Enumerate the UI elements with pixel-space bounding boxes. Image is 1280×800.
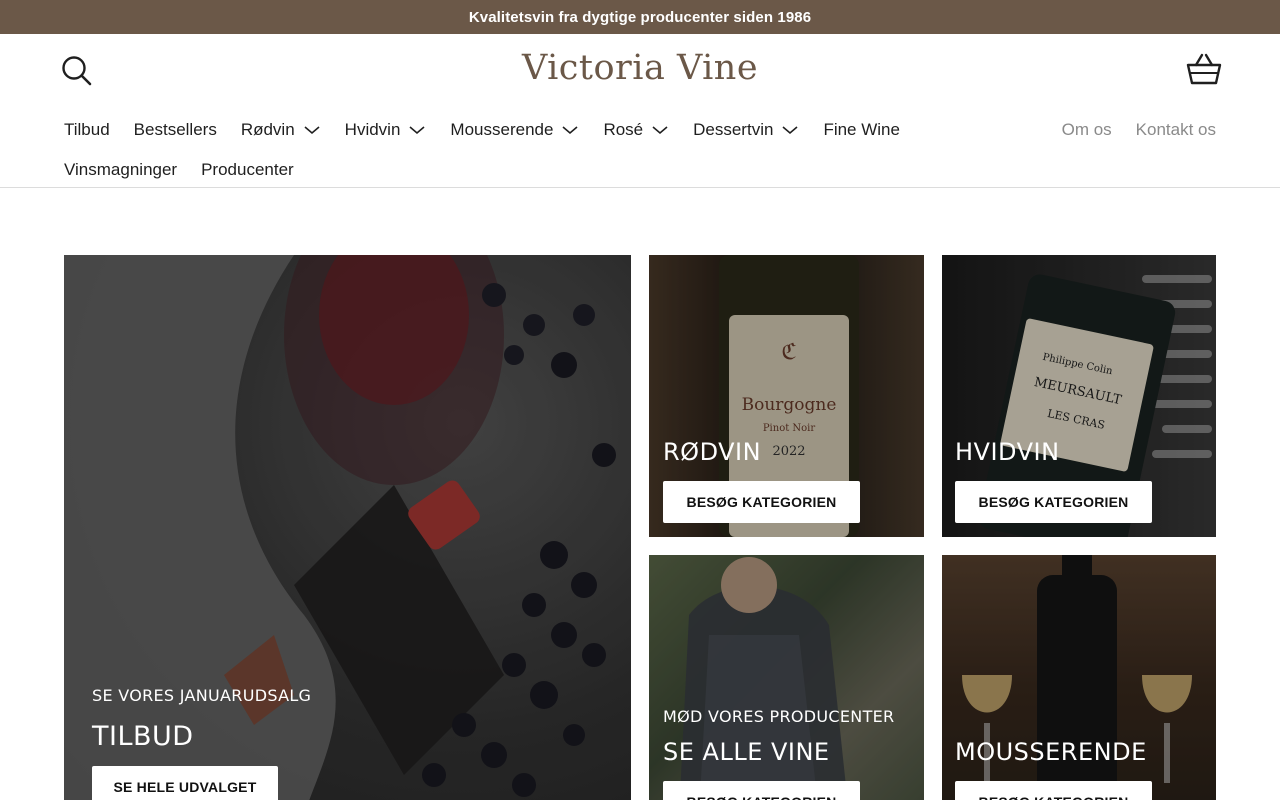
tilbud-subtitle: SE VORES JANUARUDSALG <box>92 686 312 705</box>
nav-item-fine-wine[interactable]: Fine Wine <box>823 120 900 140</box>
announcement-text: Kvalitetsvin fra dygtige producenter sid… <box>468 8 812 26</box>
chevron-down-icon <box>409 126 425 135</box>
site-header: Victoria Vine Tilbud Bestsellers Rødvin … <box>0 34 1280 188</box>
nav-item-hvidvin[interactable]: Hvidvin <box>345 120 427 140</box>
tile-mousserende[interactable]: MOUSSERENDE BESØG KATEGORIEN <box>942 555 1216 800</box>
producenter-subtitle: MØD VORES PRODUCENTER <box>663 707 895 726</box>
tilbud-title: TILBUD <box>92 721 194 752</box>
announcement-bar: Kvalitetsvin fra dygtige producenter sid… <box>0 0 1280 34</box>
main-navigation: Tilbud Bestsellers Rødvin Hvidvin Mousse… <box>64 110 934 190</box>
tilbud-button[interactable]: SE HELE UDVALGET <box>92 766 278 800</box>
rodvin-title: RØDVIN <box>663 438 762 466</box>
tile-producenter[interactable]: MØD VORES PRODUCENTER SE ALLE VINE BESØG… <box>649 555 924 800</box>
secondary-navigation: Om os Kontakt os <box>1038 110 1216 150</box>
chevron-down-icon <box>562 126 578 135</box>
tile-hvidvin[interactable]: MEURSAULT LES CRAS Philippe Colin HVIDVI… <box>942 255 1216 537</box>
chevron-down-icon <box>782 126 798 135</box>
site-logo[interactable]: Victoria Vine <box>0 48 1280 88</box>
nav-item-rodvin[interactable]: Rødvin <box>241 120 321 140</box>
rodvin-button[interactable]: BESØG KATEGORIEN <box>663 481 860 523</box>
nav-item-kontakt-os[interactable]: Kontakt os <box>1136 120 1216 140</box>
hvidvin-button[interactable]: BESØG KATEGORIEN <box>955 481 1152 523</box>
hvidvin-title: HVIDVIN <box>955 438 1060 466</box>
tile-tilbud[interactable]: SE VORES JANUARUDSALG TILBUD SE HELE UDV… <box>64 255 631 800</box>
nav-row-1: Tilbud Bestsellers Rødvin Hvidvin Mousse… <box>64 110 934 150</box>
nav-item-producenter[interactable]: Producenter <box>201 160 294 180</box>
basket-icon[interactable] <box>1185 52 1223 86</box>
tile-rodvin[interactable]: Bourgogne Pinot Noir 2022 ℭ RØDVIN BESØG… <box>649 255 924 537</box>
nav-item-vinsmagninger[interactable]: Vinsmagninger <box>64 160 177 180</box>
producenter-button[interactable]: BESØG KATEGORIEN <box>663 781 860 800</box>
chevron-down-icon <box>304 126 320 135</box>
nav-item-rose[interactable]: Rosé <box>603 120 669 140</box>
nav-item-om-os[interactable]: Om os <box>1062 120 1112 140</box>
tile-shade <box>64 255 631 800</box>
producenter-title: SE ALLE VINE <box>663 738 830 766</box>
nav-item-bestsellers[interactable]: Bestsellers <box>134 120 217 140</box>
nav-item-mousserende[interactable]: Mousserende <box>450 120 579 140</box>
nav-item-dessertvin[interactable]: Dessertvin <box>693 120 799 140</box>
chevron-down-icon <box>652 126 668 135</box>
nav-row-2: Vinsmagninger Producenter <box>64 150 934 190</box>
nav-item-tilbud[interactable]: Tilbud <box>64 120 110 140</box>
mousserende-title: MOUSSERENDE <box>955 738 1147 766</box>
mousserende-button[interactable]: BESØG KATEGORIEN <box>955 781 1152 800</box>
